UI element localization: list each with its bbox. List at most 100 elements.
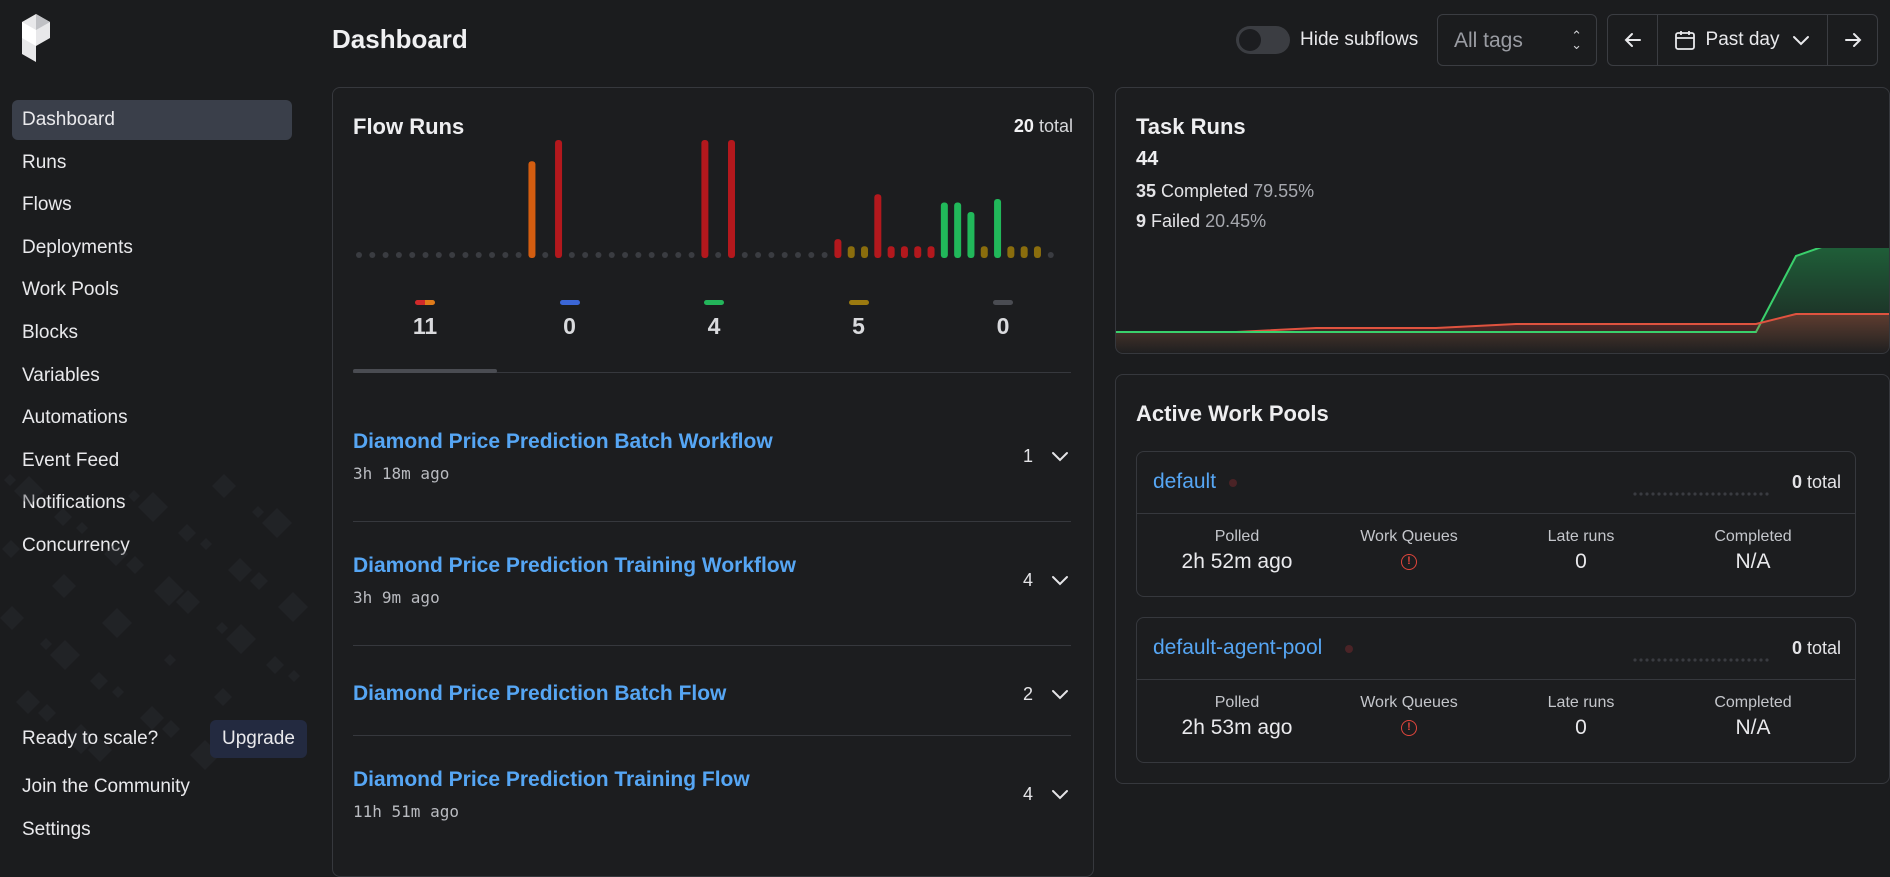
flow-name-link[interactable]: Diamond Price Prediction Batch Flow: [353, 682, 726, 706]
decorative-diamond: [140, 706, 164, 730]
flow-run-bar[interactable]: [701, 140, 709, 258]
sidebar-item-runs[interactable]: Runs: [12, 143, 292, 183]
state-color-swatch: [993, 300, 1013, 305]
empty-bucket-dot: [409, 252, 416, 258]
expand-chevron-icon[interactable]: [1051, 572, 1069, 590]
pool-status-dot: [1345, 645, 1353, 653]
flow-run-bar[interactable]: [834, 239, 842, 258]
expand-chevron-icon[interactable]: [1051, 786, 1069, 804]
flow-run-state-stat[interactable]: 5: [819, 300, 899, 340]
sidebar-item-automations[interactable]: Automations: [12, 398, 292, 438]
empty-bucket-dot: [435, 252, 442, 258]
empty-bucket-dot: [515, 252, 522, 258]
pool-stat-label: Work Queues: [1360, 528, 1458, 545]
flow-name-link[interactable]: Diamond Price Prediction Training Flow: [353, 768, 750, 792]
flow-run-bar[interactable]: [1007, 246, 1015, 258]
flow-row[interactable]: Diamond Price Prediction Training Workfl…: [353, 522, 1071, 646]
flow-run-bar[interactable]: [980, 246, 988, 258]
sidebar-item-variables[interactable]: Variables: [12, 356, 292, 396]
flow-run-bar[interactable]: [861, 246, 869, 258]
previous-range-button[interactable]: [1608, 15, 1658, 65]
range-select-button[interactable]: Past day: [1658, 15, 1828, 65]
decorative-diamond: [90, 672, 108, 690]
tags-select[interactable]: All tags ⌃ ⌄: [1437, 14, 1597, 66]
flow-run-bar[interactable]: [914, 246, 922, 258]
sidebar-item-work-pools[interactable]: Work Pools: [12, 270, 292, 310]
pool-stat-label: Polled: [1214, 694, 1260, 711]
empty-bucket-dot: [382, 252, 389, 258]
next-range-button[interactable]: [1828, 15, 1878, 65]
flow-row[interactable]: Diamond Price Prediction Training Flow 11…: [353, 736, 1071, 860]
work-pool-name-link[interactable]: default-agent-pool: [1153, 636, 1322, 660]
upgrade-button[interactable]: Upgrade: [210, 720, 307, 758]
pool-stat-value: N/A: [1735, 550, 1771, 573]
alert-circle-icon[interactable]: !: [1401, 720, 1417, 736]
work-pool-name-link[interactable]: default: [1153, 470, 1216, 494]
empty-bucket-dot: [821, 252, 828, 258]
flow-run-state-stat[interactable]: 4: [674, 300, 754, 340]
flow-run-bar[interactable]: [940, 202, 948, 258]
flow-run-bar[interactable]: [727, 140, 735, 258]
decorative-diamond: [250, 572, 268, 590]
expand-chevron-icon[interactable]: [1051, 686, 1069, 704]
flow-run-bar[interactable]: [967, 211, 975, 258]
state-count: 11: [412, 313, 438, 339]
empty-bucket-dot: [755, 252, 762, 258]
decorative-diamond: [14, 476, 44, 506]
hide-subflows-toggle[interactable]: [1236, 26, 1290, 54]
flow-run-state-stat[interactable]: 11: [385, 300, 465, 340]
sidebar-item-dashboard[interactable]: Dashboard: [12, 100, 292, 140]
flow-run-state-stat[interactable]: 0: [530, 300, 610, 340]
empty-bucket-dot: [475, 252, 482, 258]
empty-bucket-dot: [608, 252, 615, 258]
flow-name-link[interactable]: Diamond Price Prediction Batch Workflow: [353, 430, 773, 454]
sidebar-item-flows[interactable]: Flows: [12, 185, 292, 225]
flow-run-bar[interactable]: [1020, 246, 1028, 258]
flow-name-link[interactable]: Diamond Price Prediction Training Workfl…: [353, 554, 796, 578]
flow-run-bar[interactable]: [528, 161, 536, 258]
empty-bucket-dot: [502, 252, 509, 258]
alert-circle-icon[interactable]: !: [1401, 554, 1417, 570]
flow-run-bar[interactable]: [874, 194, 882, 258]
flow-run-bar[interactable]: [555, 140, 563, 258]
empty-bucket-dot: [449, 252, 456, 258]
sidebar-item-blocks[interactable]: Blocks: [12, 313, 292, 353]
flow-row[interactable]: Diamond Price Prediction Batch Workflow 3…: [353, 398, 1071, 522]
flow-run-count: 4: [1022, 570, 1033, 590]
flow-runs-total-suffix: total: [1038, 116, 1073, 136]
flow-run-bar[interactable]: [1033, 246, 1041, 258]
pool-stat-completed: Completed N/A: [1673, 694, 1833, 740]
flow-run-state-stat[interactable]: 0: [963, 300, 1043, 340]
flow-runs-total-count: 20: [1013, 116, 1034, 136]
pool-total: 0 total: [1792, 638, 1841, 659]
flow-runs-bar-chart[interactable]: [353, 140, 1071, 260]
task-runs-card: Task Runs 44 35 Completed 79.55% 9 Faile…: [1115, 87, 1890, 354]
empty-bucket-dot: [1047, 252, 1054, 258]
decorative-diamond: [164, 654, 176, 666]
stats-active-tab-indicator: [353, 369, 497, 373]
prefect-logo-icon[interactable]: [20, 14, 56, 62]
empty-bucket-dot: [808, 252, 815, 258]
flow-row[interactable]: Diamond Price Prediction Batch Flow 2: [353, 646, 1071, 736]
flow-run-bar[interactable]: [927, 246, 935, 258]
flow-run-bar[interactable]: [900, 246, 908, 258]
calendar-icon: [1674, 31, 1695, 50]
pool-stat-value: 0: [1575, 550, 1587, 573]
flow-run-bar[interactable]: [954, 202, 962, 258]
flow-run-bar[interactable]: [887, 246, 895, 258]
flow-run-bar[interactable]: [847, 246, 855, 258]
decorative-diamond: [38, 704, 56, 722]
pool-stat-completed: Completed N/A: [1673, 528, 1833, 574]
decorative-diamond: [50, 640, 80, 670]
empty-bucket-dot: [462, 252, 469, 258]
flow-run-bar[interactable]: [994, 199, 1002, 258]
task-runs-area-chart[interactable]: [1116, 248, 1890, 354]
settings-link[interactable]: Settings: [22, 819, 292, 841]
pool-activity-sparkline: [1633, 658, 1769, 662]
sidebar-item-deployments[interactable]: Deployments: [12, 228, 292, 268]
decorative-diamond: [252, 506, 264, 518]
decorative-diamond: [54, 508, 72, 526]
expand-chevron-icon[interactable]: [1051, 448, 1069, 466]
join-community-link[interactable]: Join the Community: [22, 776, 292, 798]
pool-stat-value: 2h 52m ago: [1181, 550, 1293, 573]
